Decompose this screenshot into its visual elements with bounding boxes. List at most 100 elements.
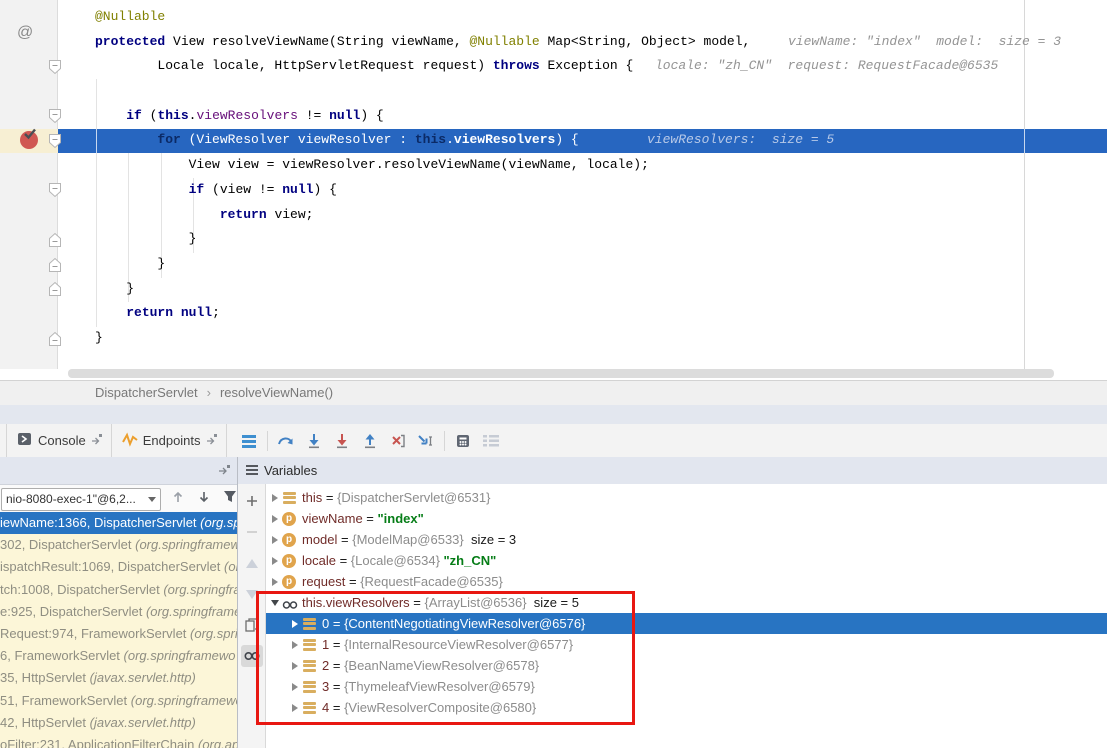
fold-end-icon[interactable]	[48, 331, 62, 352]
breadcrumb-method[interactable]: resolveViewName()	[220, 385, 333, 400]
code-editor[interactable]: @ @Nullableprotected View resolveViewNam…	[0, 0, 1107, 380]
code-line[interactable]: return null;	[58, 301, 1107, 326]
code-line[interactable]: }	[58, 252, 1107, 277]
drop-frame-icon[interactable]	[384, 428, 412, 454]
step-out-icon[interactable]	[356, 428, 384, 454]
chevron-collapsed-icon[interactable]	[288, 683, 302, 691]
variable-row[interactable]: 2 = {BeanNameViewResolver@6578}	[266, 655, 1107, 676]
code-line[interactable]: }	[58, 277, 1107, 302]
stack-frame-row[interactable]: Request:974, FrameworkServlet (org.sprin	[0, 623, 237, 645]
layout-menu-icon[interactable]	[235, 428, 263, 454]
variable-row[interactable]: 4 = {ViewResolverComposite@6580}	[266, 697, 1107, 718]
tab-endpoints[interactable]: Endpoints	[112, 424, 227, 457]
code-token: if	[189, 182, 205, 197]
variable-row[interactable]: plocale = {Locale@6534} "zh_CN"	[266, 550, 1107, 571]
chevron-collapsed-icon[interactable]	[288, 641, 302, 649]
step-over-icon[interactable]	[272, 428, 300, 454]
fold-end-icon[interactable]	[48, 232, 62, 253]
code-line[interactable]: View view = viewResolver.resolveViewName…	[58, 153, 1107, 178]
chevron-collapsed-icon[interactable]	[288, 662, 302, 670]
variable-row[interactable]: pviewName = "index"	[266, 508, 1107, 529]
variable-row[interactable]: 1 = {InternalResourceViewResolver@6577}	[266, 634, 1107, 655]
variable-row[interactable]: prequest = {RequestFacade@6535}	[266, 571, 1107, 592]
code-line[interactable]: }	[58, 227, 1107, 252]
value-icon	[282, 491, 298, 505]
frame-location: tch:1008, DispatcherServlet	[0, 582, 163, 597]
stack-frame-row[interactable]: 42, HttpServlet (javax.servlet.http)	[0, 712, 237, 734]
hide-panel-icon[interactable]	[218, 464, 231, 479]
code-token: null	[282, 182, 313, 197]
debug-toolbar: Console Endpoints	[0, 424, 1107, 458]
variable-size: size = 5	[527, 592, 579, 613]
tab-dock-icon[interactable]	[91, 433, 103, 448]
chevron-collapsed-icon[interactable]	[288, 704, 302, 712]
chevron-collapsed-icon[interactable]	[288, 620, 302, 628]
fold-end-icon[interactable]	[48, 257, 62, 278]
stack-frame-row[interactable]: 35, HttpServlet (javax.servlet.http)	[0, 667, 237, 689]
force-step-into-icon[interactable]	[328, 428, 356, 454]
variable-row[interactable]: pmodel = {ModelMap@6533} size = 3	[266, 529, 1107, 550]
chevron-collapsed-icon[interactable]	[268, 578, 282, 586]
show-watches-button[interactable]	[241, 645, 263, 667]
code-token: ) {	[360, 108, 383, 123]
code-line-execution[interactable]: for (ViewResolver viewResolver : this.vi…	[58, 128, 1107, 153]
fold-start-icon[interactable]	[48, 59, 62, 80]
code-line[interactable]: Locale locale, HttpServletRequest reques…	[58, 54, 1107, 79]
code-line[interactable]: return view;	[58, 203, 1107, 228]
code-line[interactable]: @Nullable	[58, 5, 1107, 30]
move-up-button[interactable]	[241, 552, 263, 574]
frame-package: (org.sp	[200, 515, 237, 530]
filter-icon[interactable]	[223, 490, 237, 508]
move-down-button[interactable]	[241, 583, 263, 605]
code-line[interactable]: if (this.viewResolvers != null) {	[58, 104, 1107, 129]
stack-frame-row[interactable]: e:925, DispatcherServlet (org.springfram…	[0, 601, 237, 623]
chevron-collapsed-icon[interactable]	[268, 557, 282, 565]
thread-selector[interactable]: nio-8080-exec-1"@6,2...	[1, 488, 161, 511]
code-line[interactable]: protected View resolveViewName(String vi…	[58, 30, 1107, 55]
stack-frame-row[interactable]: 6, FrameworkServlet (org.springframewo	[0, 645, 237, 667]
variables-menu-icon[interactable]	[246, 463, 258, 478]
horizontal-scrollbar[interactable]	[68, 369, 1054, 378]
chevron-collapsed-icon[interactable]	[268, 536, 282, 544]
breakpoint-icon[interactable]	[20, 131, 38, 149]
tab-console[interactable]: Console	[6, 424, 112, 457]
variable-row[interactable]: this = {DispatcherServlet@6531}	[266, 487, 1107, 508]
code-line[interactable]: }	[58, 326, 1107, 351]
code-line[interactable]	[58, 79, 1107, 104]
run-to-cursor-icon[interactable]	[412, 428, 440, 454]
fold-start-icon[interactable]	[48, 133, 62, 154]
variable-row[interactable]: this.viewResolvers = {ArrayList@6536} si…	[266, 592, 1107, 613]
fold-start-icon[interactable]	[48, 182, 62, 203]
stack-frame-row[interactable]: 302, DispatcherServlet (org.springframew	[0, 534, 237, 556]
chevron-collapsed-icon[interactable]	[268, 494, 282, 502]
add-watch-button[interactable]	[241, 490, 263, 512]
equals-sign: =	[329, 613, 344, 634]
variable-row[interactable]: 3 = {ThymeleafViewResolver@6579}	[266, 676, 1107, 697]
equals-sign: =	[329, 697, 344, 718]
stack-frame-row[interactable]: oFilter:231, ApplicationFilterChain (org…	[0, 734, 237, 748]
stack-frame-row[interactable]: ispatchResult:1069, DispatcherServlet (o…	[0, 556, 237, 578]
step-into-icon[interactable]	[300, 428, 328, 454]
fold-start-icon[interactable]	[48, 108, 62, 129]
frame-up-icon[interactable]	[171, 490, 185, 509]
code-line[interactable]: if (view != null) {	[58, 178, 1107, 203]
fold-end-icon[interactable]	[48, 281, 62, 302]
breadcrumb-class[interactable]: DispatcherServlet	[95, 385, 198, 400]
stack-frame-row[interactable]: iewName:1366, DispatcherServlet (org.sp	[0, 512, 237, 534]
evaluate-expression-icon[interactable]	[449, 428, 477, 454]
equals-sign: =	[322, 487, 337, 508]
frame-down-icon[interactable]	[197, 490, 211, 509]
chevron-expanded-icon[interactable]	[268, 600, 282, 606]
trace-icon[interactable]	[477, 428, 505, 454]
variable-row[interactable]: 0 = {ContentNegotiatingViewResolver@6576…	[266, 613, 1107, 634]
duplicate-watch-button[interactable]	[241, 614, 263, 636]
stack-frame-row[interactable]: 51, FrameworkServlet (org.springframewo	[0, 690, 237, 712]
remove-watch-button[interactable]	[241, 521, 263, 543]
tab-dock-icon[interactable]	[206, 433, 218, 448]
code-token: !=	[298, 108, 329, 123]
variable-reference: {DispatcherServlet@6531}	[337, 487, 490, 508]
chevron-collapsed-icon[interactable]	[268, 515, 282, 523]
stack-frame-row[interactable]: tch:1008, DispatcherServlet (org.springf…	[0, 579, 237, 601]
debug-content: nio-8080-exec-1"@6,2... iewName:1366, Di…	[0, 457, 1107, 748]
code-lines[interactable]: @Nullableprotected View resolveViewName(…	[58, 0, 1107, 351]
